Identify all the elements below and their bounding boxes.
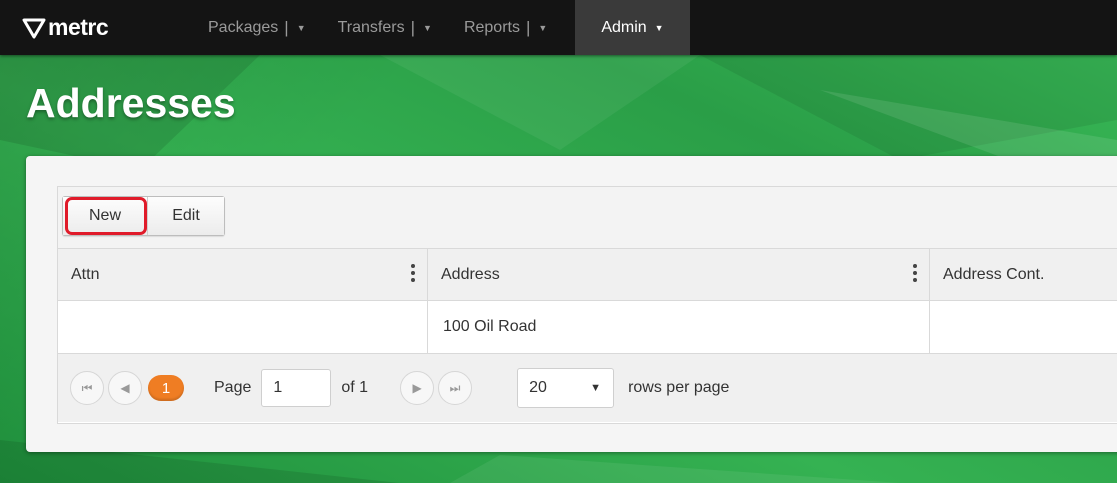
nav-transfers[interactable]: Transfers | ▼ — [322, 0, 448, 55]
nav-separator: | — [284, 17, 289, 37]
page-count-label: of 1 — [341, 379, 369, 396]
addresses-grid: New Edit Attn Address Address Cont. 100 … — [57, 186, 1117, 424]
grid-toolbar: New Edit — [58, 187, 1117, 249]
page-number-input[interactable] — [261, 369, 332, 407]
nav-packages-label: Packages — [208, 18, 279, 36]
nav-separator: | — [410, 17, 416, 37]
next-page-icon: ▶ — [412, 381, 422, 395]
column-header-label: Address — [441, 265, 500, 283]
metrc-logo-icon — [22, 18, 46, 38]
rows-per-page-value: 20 — [529, 379, 547, 396]
nav-reports-label: Reports — [463, 18, 520, 36]
column-header-label: Attn — [71, 265, 100, 283]
brand-name: metrc — [48, 14, 109, 40]
column-menu-icon[interactable] — [411, 264, 415, 284]
rows-per-page-select[interactable]: 20 ▼ — [517, 368, 615, 408]
cell-address-cont — [930, 301, 1117, 353]
next-page-button[interactable]: ▶ — [400, 371, 435, 405]
first-page-icon: ⏮ — [81, 380, 93, 395]
prev-page-icon: ◀ — [120, 381, 130, 395]
table-row[interactable]: 100 Oil Road — [58, 301, 1117, 354]
column-header-address-cont[interactable]: Address Cont. — [930, 249, 1117, 300]
column-header-attn[interactable]: Attn — [58, 249, 428, 300]
column-menu-icon[interactable] — [913, 264, 917, 284]
column-header-label: Address Cont. — [943, 265, 1045, 283]
page-label: Page — [214, 379, 252, 396]
page-title: Addresses — [26, 80, 236, 126]
last-page-button[interactable]: ⏭ — [438, 371, 473, 405]
new-button[interactable]: New — [63, 197, 147, 235]
rows-per-page-label: rows per page — [628, 379, 730, 396]
edit-button[interactable]: Edit — [147, 197, 224, 235]
cell-attn — [58, 301, 428, 353]
first-page-button[interactable]: ⏮ — [70, 371, 104, 405]
column-header-address[interactable]: Address — [428, 249, 930, 300]
caret-down-icon: ▼ — [538, 22, 548, 33]
prev-page-button[interactable]: ◀ — [108, 371, 142, 405]
table-header: Attn Address Address Cont. — [58, 249, 1117, 301]
nav-admin-label: Admin — [601, 18, 647, 36]
top-navbar: metrc Packages | ▼ Transfers | ▼ Reports… — [0, 0, 1117, 55]
brand-logo[interactable]: metrc — [0, 0, 192, 55]
caret-down-icon: ▼ — [423, 22, 432, 33]
toolbar-button-group: New Edit — [62, 196, 225, 236]
nav-reports[interactable]: Reports | ▼ — [448, 0, 563, 55]
cell-address: 100 Oil Road — [428, 301, 930, 353]
nav-admin[interactable]: Admin ▼ — [575, 0, 690, 55]
nav-transfers-label: Transfers — [337, 18, 405, 36]
last-page-icon: ⏭ — [449, 380, 461, 395]
caret-down-icon: ▼ — [590, 382, 602, 394]
pagination-bar: ⏮ ◀ 1 Page of 1 ▶ ⏭ 20 ▼ rows per page — [58, 354, 1117, 422]
caret-down-icon: ▼ — [296, 22, 306, 33]
current-page-badge[interactable]: 1 — [148, 375, 184, 401]
content-panel: New Edit Attn Address Address Cont. 100 … — [26, 156, 1117, 452]
nav-packages[interactable]: Packages | ▼ — [192, 0, 322, 55]
caret-down-icon: ▼ — [654, 22, 664, 33]
nav-separator: | — [525, 17, 531, 37]
